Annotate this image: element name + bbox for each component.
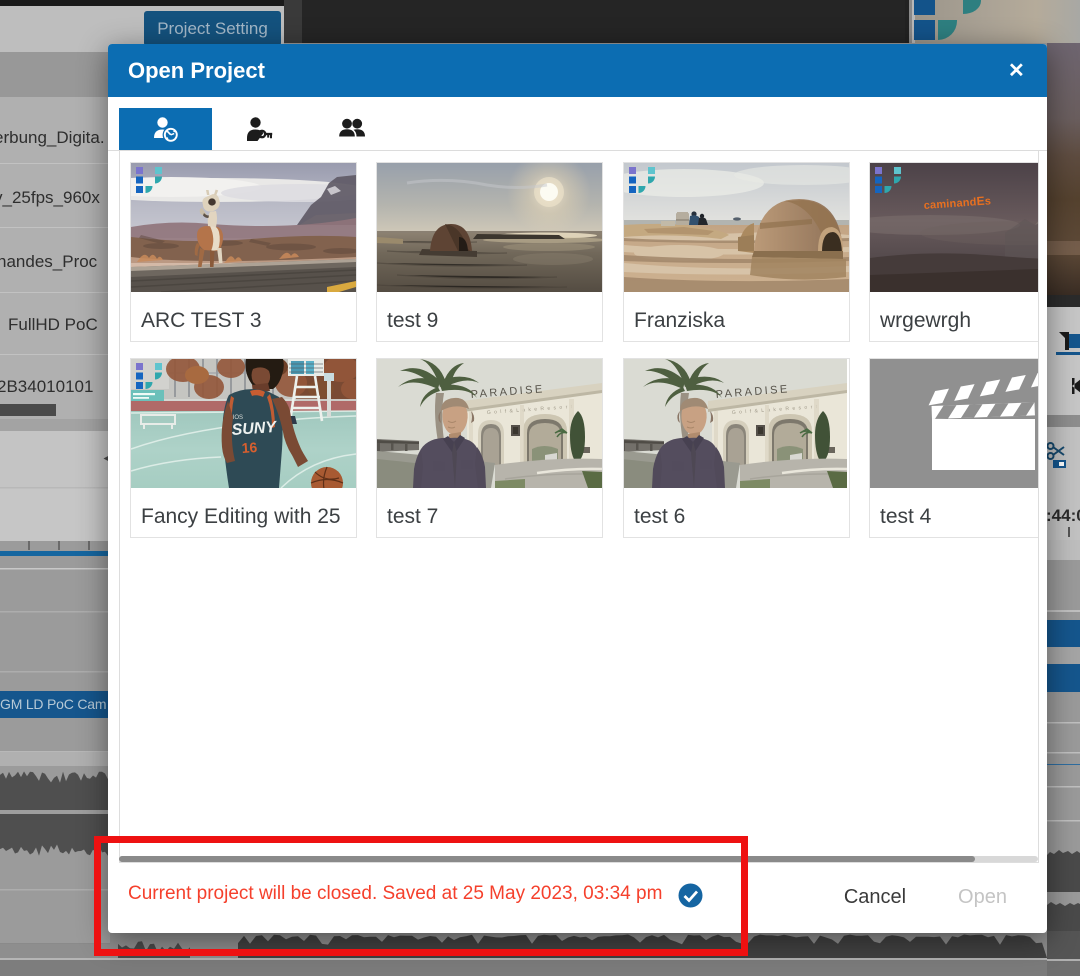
- svg-text:SUNY: SUNY: [231, 419, 278, 439]
- svg-text::44:0: :44:0: [1047, 506, 1080, 525]
- svg-text:16: 16: [241, 439, 258, 456]
